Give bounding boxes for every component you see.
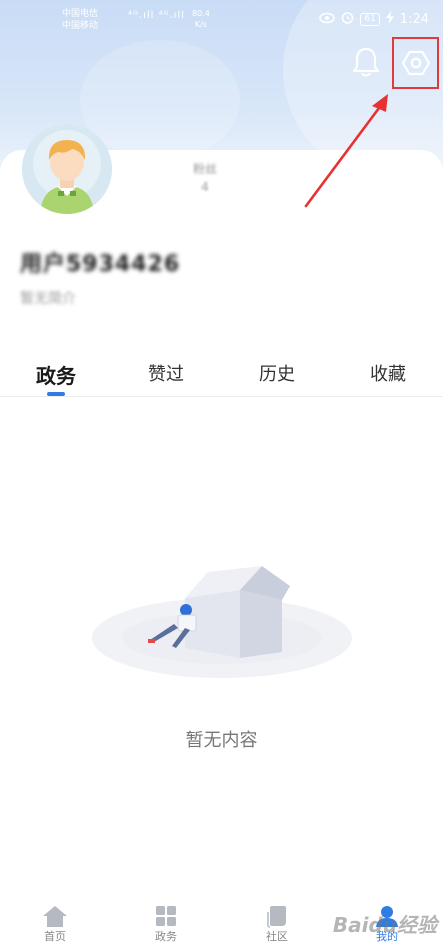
nav-label-government: 政务: [155, 930, 177, 942]
avatar[interactable]: [22, 124, 112, 214]
empty-state-message: 暂无内容: [185, 730, 258, 751]
content-tabs: 政务 赞过 历史 收藏: [0, 360, 443, 396]
net-speed-unit: K/s: [194, 20, 207, 29]
alarm-icon: [341, 11, 354, 28]
nav-label-home: 首页: [44, 930, 66, 942]
status-bar: 中国电信 中国移动 ⁴ᴳ.ıll ⁴ᴳ.ıll 80.4 K/s 61 1:24: [0, 0, 443, 38]
status-right: 61 1:24: [319, 11, 429, 28]
tab-liked[interactable]: 赞过: [126, 360, 206, 386]
home-icon: [43, 906, 67, 927]
battery-indicator: 61: [360, 13, 380, 26]
grid-icon: [156, 906, 176, 926]
signal-icon: ⁴ᴳ.ıll ⁴ᴳ.ıll: [128, 10, 185, 21]
tab-history[interactable]: 历史: [237, 360, 317, 386]
username: 用户5934426: [20, 252, 181, 277]
nav-item-government[interactable]: 政务: [136, 904, 196, 942]
notification-bell-icon[interactable]: [351, 46, 381, 78]
nav-item-community[interactable]: 社区: [247, 904, 307, 942]
tab-government[interactable]: 政务: [16, 360, 96, 389]
profile-stats[interactable]: 粉丝 4: [180, 160, 230, 196]
charging-icon: [385, 11, 394, 28]
net-speed: 80.4 K/s: [192, 8, 210, 30]
watermark: Baidu经验: [332, 913, 437, 937]
stat-value: 4: [201, 180, 209, 194]
carrier-1: 中国电信: [62, 9, 99, 19]
header-decoration: [80, 40, 240, 160]
community-icon: [267, 906, 286, 928]
profile-bio[interactable]: 暂无简介: [20, 288, 76, 308]
stat-label: 粉丝: [192, 162, 217, 176]
eye-icon: [319, 12, 336, 28]
net-speed-value: 80.4: [192, 9, 210, 18]
tab-divider: [0, 396, 443, 397]
clock-time: 1:24: [399, 12, 429, 27]
carriers: 中国电信 中国移动: [62, 8, 98, 32]
settings-gear-icon[interactable]: [401, 48, 431, 78]
tab-favorites[interactable]: 收藏: [348, 360, 428, 386]
nav-label-community: 社区: [266, 930, 288, 942]
nav-item-home[interactable]: 首页: [25, 904, 85, 942]
carrier-2: 中国移动: [62, 21, 99, 31]
empty-box-illustration: [92, 566, 352, 678]
